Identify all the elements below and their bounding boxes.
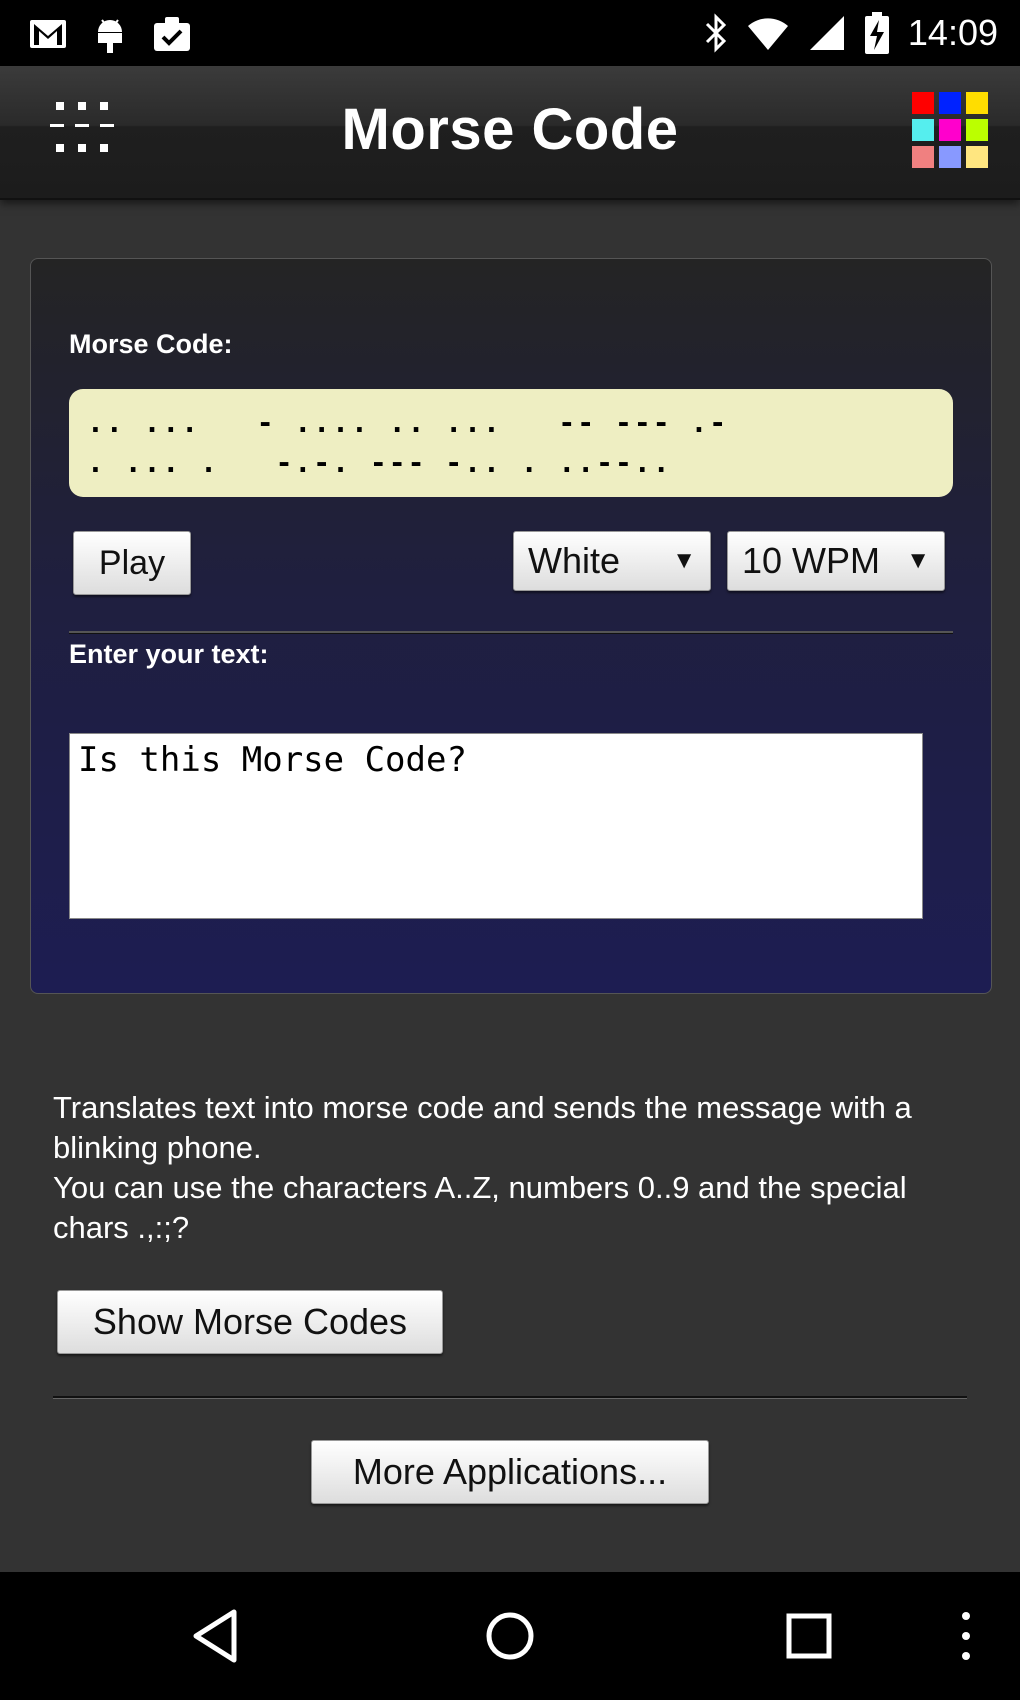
status-bar: 14:09 bbox=[0, 0, 1020, 66]
status-bar-left bbox=[28, 14, 192, 54]
description-line: You can use the characters A..Z, numbers… bbox=[53, 1170, 907, 1245]
grid-cell bbox=[966, 119, 988, 141]
bluetooth-icon bbox=[705, 13, 727, 53]
wifi-icon bbox=[747, 18, 788, 50]
morse-output-line: .. ... - .... .. ... -- --- .- bbox=[87, 406, 729, 439]
gmail-icon bbox=[30, 20, 66, 48]
grid-cell bbox=[966, 92, 988, 114]
panel-divider bbox=[69, 631, 953, 634]
recents-icon[interactable] bbox=[784, 1606, 834, 1666]
text-input[interactable]: Is this Morse Code? bbox=[69, 733, 923, 919]
description-line: Translates text into morse code and send… bbox=[53, 1090, 912, 1165]
clipboard-check-icon bbox=[154, 17, 190, 51]
enter-text-label: Enter your text: bbox=[69, 639, 269, 669]
grid-cell bbox=[939, 92, 961, 114]
morse-output-line: . ... . -.-. --- -.. . ..--.. bbox=[87, 446, 672, 479]
cell-signal-icon bbox=[809, 16, 844, 50]
grid-cell bbox=[939, 146, 961, 168]
app-bar: Morse Code bbox=[0, 66, 1020, 200]
morse-code-label: Morse Code: bbox=[69, 329, 233, 359]
grid-cell bbox=[912, 92, 934, 114]
color-select[interactable]: White ▼ bbox=[513, 531, 711, 591]
page-title: Morse Code bbox=[341, 97, 679, 162]
grid-cell bbox=[966, 146, 988, 168]
content-divider bbox=[53, 1396, 967, 1399]
status-time: 14:09 bbox=[907, 12, 998, 53]
dropdown-arrow-icon: ▼ bbox=[906, 547, 930, 574]
play-button[interactable]: Play bbox=[73, 531, 191, 595]
back-icon[interactable] bbox=[190, 1606, 240, 1666]
color-select-value: White bbox=[528, 540, 621, 581]
battery-charging-icon bbox=[864, 12, 889, 54]
navigation-bar bbox=[0, 1572, 1020, 1700]
dropdown-arrow-icon: ▼ bbox=[672, 547, 696, 574]
morse-output: .. ... - .... .. ... -- --- .- . ... . -… bbox=[69, 389, 953, 497]
grid-cell bbox=[912, 146, 934, 168]
morse-panel: Morse Code: .. ... - .... .. ... -- --- … bbox=[30, 258, 992, 994]
more-applications-button[interactable]: More Applications... bbox=[311, 1440, 709, 1504]
description: Translates text into morse code and send… bbox=[53, 1088, 973, 1248]
home-icon[interactable] bbox=[484, 1606, 536, 1666]
grid-cell bbox=[912, 119, 934, 141]
speed-select[interactable]: 10 WPM ▼ bbox=[727, 531, 945, 591]
color-grid-icon[interactable] bbox=[912, 92, 990, 170]
speed-select-value: 10 WPM bbox=[742, 540, 881, 581]
grid-cell bbox=[939, 119, 961, 141]
android-debug-icon bbox=[98, 19, 122, 53]
show-morse-codes-button[interactable]: Show Morse Codes bbox=[57, 1290, 443, 1354]
overflow-menu-icon[interactable] bbox=[956, 1606, 976, 1666]
status-bar-right: 14:09 bbox=[704, 10, 998, 56]
